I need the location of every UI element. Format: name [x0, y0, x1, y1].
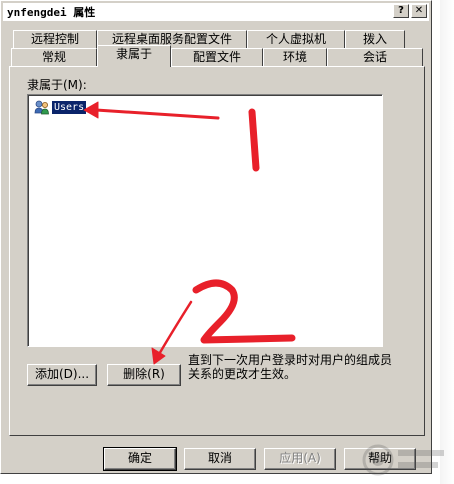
ok-button[interactable]: 确定 [103, 447, 177, 471]
window-title: ynfengdei 属性 [7, 6, 96, 19]
member-of-label: 隶属于(M): [27, 78, 87, 92]
tab-personal-vm[interactable]: 个人虚拟机 [247, 30, 345, 48]
close-icon[interactable]: ✕ [411, 4, 427, 18]
member-of-panel: 隶属于(M): Users 添加(D)... 删除(R) 直到下一次用户登录时对… [9, 66, 425, 436]
tab-member-of[interactable]: 隶属于 [97, 45, 171, 67]
change-notice: 直到下一次用户登录时对用户的组成员关系的更改才生效。 [188, 353, 393, 381]
tab-remote-control[interactable]: 远程控制 [13, 30, 97, 48]
group-icon [34, 100, 49, 115]
watermark-logo [362, 444, 444, 476]
help-icon[interactable]: ? [393, 4, 409, 18]
window-shadow [440, 0, 454, 484]
cancel-button[interactable]: 取消 [184, 448, 256, 470]
remove-button[interactable]: 删除(R) [107, 364, 181, 386]
tab-general[interactable]: 常规 [11, 48, 97, 66]
properties-dialog: ynfengdei 属性 ? ✕ 远程控制 远程桌面服务配置文件 个人虚拟机 拨… [0, 0, 432, 474]
tab-profile[interactable]: 配置文件 [171, 48, 263, 66]
add-button[interactable]: 添加(D)... [27, 364, 97, 386]
member-of-listbox[interactable]: Users [27, 94, 383, 347]
apply-button[interactable]: 应用(A) [264, 448, 336, 470]
list-item-label: Users [50, 99, 88, 115]
title-bar[interactable]: ynfengdei 属性 ? ✕ [3, 3, 429, 21]
tab-environment[interactable]: 环境 [263, 48, 327, 66]
list-item[interactable]: Users [34, 99, 88, 115]
tab-dial-in[interactable]: 拨入 [345, 30, 405, 48]
tab-sessions[interactable]: 会话 [327, 48, 423, 66]
